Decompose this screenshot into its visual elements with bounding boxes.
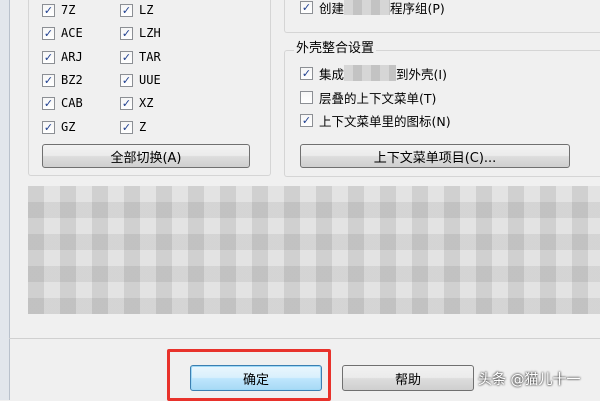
ok-button-highlight <box>167 349 331 401</box>
redacted-info-panel <box>28 186 600 314</box>
checkmark-icon: ✓ <box>120 3 133 17</box>
checkmark-icon: ✓ <box>120 120 133 134</box>
format-checkbox-gz[interactable]: ✓ GZ <box>42 118 75 136</box>
help-button[interactable]: 帮助 <box>342 365 474 391</box>
checkmark-icon: ✓ <box>300 113 313 127</box>
redacted-block <box>344 0 391 15</box>
toggle-all-button[interactable]: 全部切换(A) <box>42 144 250 168</box>
cascaded-menu-checkbox[interactable]: 层叠的上下文菜单(T) <box>300 88 436 106</box>
context-menu-items-button[interactable]: 上下文菜单项目(C)... <box>300 144 570 168</box>
checkmark-icon: ✓ <box>42 120 55 134</box>
footer-separator <box>9 338 600 339</box>
integrate-shell-checkbox[interactable]: ✓ 集成 到外壳(I) <box>300 64 447 82</box>
format-checkbox-lzh[interactable]: ✓ LZH <box>120 24 161 42</box>
checkmark-icon: ✓ <box>300 0 313 14</box>
format-checkbox-lz[interactable]: ✓ LZ <box>120 1 153 19</box>
shell-integration-legend: 外壳整合设置 <box>294 37 377 56</box>
redacted-block <box>344 65 397 81</box>
format-checkbox-bz2[interactable]: ✓ BZ2 <box>42 71 83 89</box>
format-checkbox-cab[interactable]: ✓ CAB <box>42 94 83 112</box>
watermark: 头条 @猫儿十一 <box>478 372 581 388</box>
empty-checkbox-icon <box>300 90 313 104</box>
checkmark-icon: ✓ <box>120 73 133 87</box>
checkmark-icon: ✓ <box>42 3 55 17</box>
menu-icons-checkbox[interactable]: ✓ 上下文菜单里的图标(N) <box>300 111 451 129</box>
checkmark-icon: ✓ <box>42 50 55 64</box>
format-checkbox-7z[interactable]: ✓ 7Z <box>42 1 75 19</box>
window-edge <box>0 0 10 400</box>
format-checkbox-uue[interactable]: ✓ UUE <box>120 71 161 89</box>
checkmark-icon: ✓ <box>42 96 55 110</box>
checkmark-icon: ✓ <box>42 26 55 40</box>
format-checkbox-arj[interactable]: ✓ ARJ <box>42 48 83 66</box>
checkmark-icon: ✓ <box>42 73 55 87</box>
format-checkbox-tar[interactable]: ✓ TAR <box>120 48 161 66</box>
format-checkbox-ace[interactable]: ✓ ACE <box>42 24 83 42</box>
checkmark-icon: ✓ <box>120 50 133 64</box>
checkmark-icon: ✓ <box>120 26 133 40</box>
checkmark-icon: ✓ <box>120 96 133 110</box>
create-program-group-checkbox[interactable]: ✓ 创建 程序组(P) <box>300 0 445 16</box>
format-checkbox-z[interactable]: ✓ Z <box>120 118 146 136</box>
format-checkbox-xz[interactable]: ✓ XZ <box>120 94 153 112</box>
checkmark-icon: ✓ <box>300 66 313 80</box>
